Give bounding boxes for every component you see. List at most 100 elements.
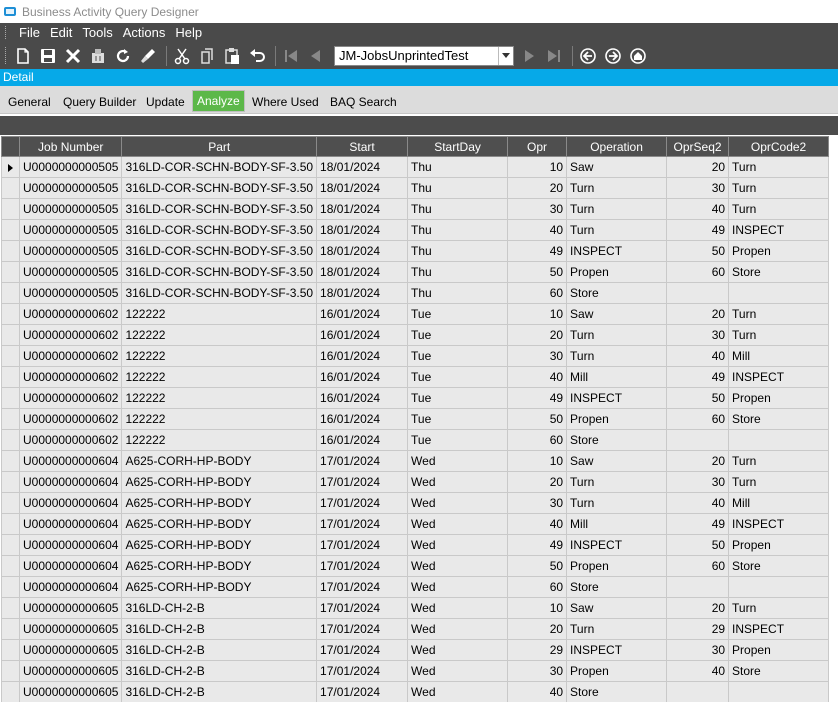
table-cell[interactable]: 50	[666, 387, 730, 409]
table-cell[interactable]: Turn	[566, 345, 668, 367]
table-cell[interactable]: 60	[507, 282, 568, 304]
table-cell[interactable]: Saw	[566, 303, 668, 325]
table-cell[interactable]: INSPECT	[566, 387, 668, 409]
table-cell[interactable]: 17/01/2024	[316, 513, 409, 535]
table-cell[interactable]: A625-CORH-HP-BODY	[121, 471, 318, 493]
table-cell[interactable]: 30	[507, 492, 568, 514]
table-cell[interactable]: 29	[666, 618, 730, 640]
table-cell[interactable]: 60	[507, 576, 568, 598]
table-cell[interactable]: Tue	[407, 366, 509, 388]
table-cell[interactable]: Propen	[728, 387, 830, 409]
table-cell[interactable]	[666, 429, 730, 451]
row-selector[interactable]	[1, 681, 20, 703]
table-row[interactable]: U0000000000602 122222 16/01/2024 Tue 50 Prope…	[1, 408, 830, 430]
table-cell[interactable]: Turn	[728, 471, 830, 493]
previous-record-icon[interactable]	[305, 45, 327, 67]
table-row[interactable]: U0000000000605 316LD-CH-2-B 17/01/2024 Wed 3…	[1, 660, 830, 682]
table-row[interactable]: U0000000000604 A625-CORH-HP-BODY 17/01/202…	[1, 513, 830, 535]
table-cell[interactable]: 16/01/2024	[316, 324, 409, 346]
delete-icon[interactable]	[62, 45, 84, 67]
table-cell[interactable]: 30	[666, 471, 730, 493]
table-cell[interactable]: 29	[507, 639, 568, 661]
refresh-icon[interactable]	[112, 45, 134, 67]
table-cell[interactable]: INSPECT	[728, 219, 830, 241]
table-cell[interactable]: U0000000000602	[18, 303, 123, 325]
home-icon[interactable]	[627, 45, 649, 67]
table-cell[interactable]: Thu	[407, 240, 509, 262]
menu-help[interactable]: Help	[170, 25, 207, 40]
table-row[interactable]: U0000000000605 316LD-CH-2-B 17/01/2024 Wed 2…	[1, 618, 830, 640]
table-cell[interactable]: U0000000000505	[18, 156, 123, 178]
table-cell[interactable]: INSPECT	[566, 240, 668, 262]
row-selector[interactable]	[1, 555, 20, 577]
row-selector[interactable]	[1, 492, 20, 514]
row-selector[interactable]	[1, 387, 20, 409]
table-cell[interactable]: 17/01/2024	[316, 681, 409, 703]
table-cell[interactable]: 49	[666, 366, 730, 388]
table-cell[interactable]: 316LD-COR-SCHN-BODY-SF-3.50	[121, 219, 318, 241]
table-cell[interactable]: A625-CORH-HP-BODY	[121, 576, 318, 598]
table-cell[interactable]: 20	[507, 177, 568, 199]
table-cell[interactable]: Store	[566, 576, 668, 598]
table-cell[interactable]: U0000000000604	[18, 450, 123, 472]
table-cell[interactable]	[666, 681, 730, 703]
table-cell[interactable]: 30	[507, 345, 568, 367]
table-cell[interactable]: A625-CORH-HP-BODY	[121, 534, 318, 556]
tab-baq-search[interactable]: BAQ Search	[327, 92, 400, 112]
table-cell[interactable]: U0000000000602	[18, 345, 123, 367]
table-row[interactable]: U0000000000505 316LD-COR-SCHN-BODY-SF-3.5…	[1, 177, 830, 199]
table-cell[interactable]: Turn	[566, 618, 668, 640]
table-cell[interactable]: Wed	[407, 576, 509, 598]
row-selector[interactable]	[1, 303, 20, 325]
table-cell[interactable]: U0000000000505	[18, 198, 123, 220]
table-cell[interactable]: 10	[507, 450, 568, 472]
table-row[interactable]: U0000000000505 316LD-COR-SCHN-BODY-SF-3.5…	[1, 198, 830, 220]
table-cell[interactable]: U0000000000505	[18, 282, 123, 304]
table-cell[interactable]: 316LD-COR-SCHN-BODY-SF-3.50	[121, 198, 318, 220]
table-cell[interactable]: Wed	[407, 681, 509, 703]
table-cell[interactable]: 20	[507, 471, 568, 493]
table-cell[interactable]: 49	[666, 219, 730, 241]
tab-general[interactable]: General	[5, 92, 54, 112]
table-cell[interactable]: U0000000000605	[18, 660, 123, 682]
table-cell[interactable]: 122222	[121, 366, 318, 388]
table-row[interactable]: U0000000000602 122222 16/01/2024 Tue 40 Mill 4…	[1, 366, 830, 388]
table-cell[interactable]: 17/01/2024	[316, 576, 409, 598]
table-cell[interactable]: 50	[666, 240, 730, 262]
table-cell[interactable]: Mill	[566, 513, 668, 535]
table-cell[interactable]: Propen	[566, 408, 668, 430]
table-cell[interactable]: 17/01/2024	[316, 450, 409, 472]
table-row[interactable]: U0000000000505 316LD-COR-SCHN-BODY-SF-3.5…	[1, 156, 830, 178]
table-cell[interactable]: Tue	[407, 387, 509, 409]
query-selector[interactable]: JM-JobsUnprintedTest	[334, 45, 514, 66]
tab-where-used[interactable]: Where Used	[249, 92, 322, 112]
table-cell[interactable]: 316LD-COR-SCHN-BODY-SF-3.50	[121, 156, 318, 178]
table-cell[interactable]: 50	[507, 408, 568, 430]
table-cell[interactable]: 316LD-COR-SCHN-BODY-SF-3.50	[121, 177, 318, 199]
table-cell[interactable]: Thu	[407, 219, 509, 241]
back-icon[interactable]	[577, 45, 599, 67]
table-cell[interactable]: 18/01/2024	[316, 177, 409, 199]
table-cell[interactable]: 49	[507, 387, 568, 409]
table-cell[interactable]: 30	[507, 660, 568, 682]
table-cell[interactable]: Thu	[407, 198, 509, 220]
table-cell[interactable]: U0000000000604	[18, 555, 123, 577]
row-selector[interactable]	[1, 366, 20, 388]
table-cell[interactable]: Turn	[566, 219, 668, 241]
row-selector[interactable]	[1, 429, 20, 451]
table-cell[interactable]: Turn	[728, 324, 830, 346]
forward-icon[interactable]	[602, 45, 624, 67]
table-cell[interactable]: Mill	[728, 345, 830, 367]
table-cell[interactable]: Store	[566, 681, 668, 703]
table-row[interactable]: U0000000000602 122222 16/01/2024 Tue 20 Turn 3…	[1, 324, 830, 346]
table-cell[interactable]: Wed	[407, 660, 509, 682]
row-selector[interactable]	[1, 618, 20, 640]
copy-icon[interactable]	[196, 45, 218, 67]
table-cell[interactable]: Wed	[407, 471, 509, 493]
table-row[interactable]: U0000000000605 316LD-CH-2-B 17/01/2024 Wed 2…	[1, 639, 830, 661]
table-cell[interactable]: U0000000000602	[18, 387, 123, 409]
table-cell[interactable]: 50	[507, 555, 568, 577]
table-cell[interactable]: Propen	[566, 261, 668, 283]
table-cell[interactable]	[728, 576, 830, 598]
table-cell[interactable]: 20	[666, 303, 730, 325]
